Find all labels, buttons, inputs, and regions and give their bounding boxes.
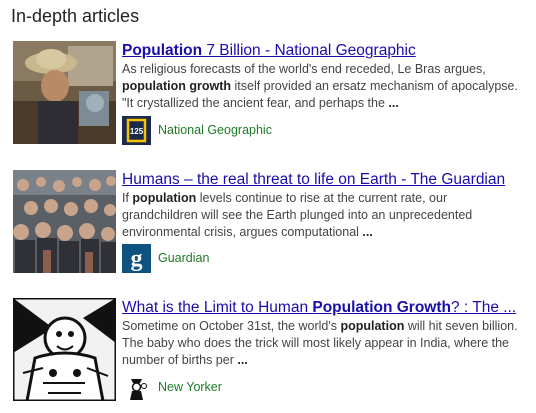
article-thumbnail[interactable] xyxy=(13,298,116,401)
national-geographic-logo-icon: 125 xyxy=(122,116,151,145)
new-yorker-logo-icon xyxy=(122,373,151,402)
snippet-bold-term: ... xyxy=(388,96,399,110)
snippet-bold-term: population xyxy=(132,191,197,205)
article-thumbnail[interactable] xyxy=(13,170,116,273)
snippet-bold-term: population growth xyxy=(122,79,232,93)
article-title-link[interactable]: Humans – the real threat to life on Eart… xyxy=(122,171,522,189)
source-name[interactable]: New Yorker xyxy=(158,380,222,394)
section-heading: In-depth articles xyxy=(11,6,140,26)
source-name[interactable]: National Geographic xyxy=(158,123,272,137)
article-snippet: If population levels continue to rise at… xyxy=(122,190,522,241)
article-card-new-yorker: What is the Limit to Human Population Gr… xyxy=(13,298,528,408)
snippet-text: Sometime on October 31st, the world's xyxy=(122,319,341,333)
article-card-guardian: Humans – the real threat to life on Eart… xyxy=(13,170,528,280)
article-snippet: As religious forecasts of the world's en… xyxy=(122,61,522,112)
snippet-bold-term: ... xyxy=(362,225,373,239)
logo-text: 125 xyxy=(130,127,144,136)
article-title-link[interactable]: What is the Limit to Human Population Gr… xyxy=(122,299,522,317)
article-snippet: Sometime on October 31st, the world's po… xyxy=(122,318,522,369)
source-name[interactable]: Guardian xyxy=(158,251,209,265)
snippet-text: If xyxy=(122,191,133,205)
article-thumbnail[interactable] xyxy=(13,41,116,144)
snippet-text: As religious forecasts of the world's en… xyxy=(122,62,486,76)
logo-text: g xyxy=(131,246,143,272)
snippet-bold-term: ... xyxy=(237,353,248,367)
article-title-link[interactable]: Population 7 Billion - National Geograph… xyxy=(122,42,522,60)
article-card-national-geographic: Population 7 Billion - National Geograph… xyxy=(13,41,528,151)
guardian-logo-icon: g xyxy=(122,244,151,273)
snippet-bold-term: population xyxy=(340,319,405,333)
